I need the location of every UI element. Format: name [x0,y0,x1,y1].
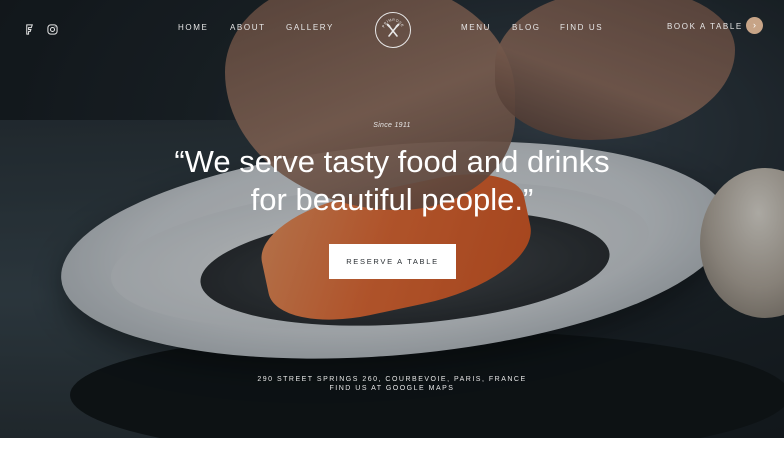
nav-gallery[interactable]: GALLERY [286,23,334,32]
nav-about[interactable]: ABOUT [230,23,266,32]
headline-line-1: “We serve tasty food and drinks [174,144,610,179]
nav-menu[interactable]: MENU [461,23,491,32]
brand-logo[interactable]: PRIMROSE [375,12,411,48]
since-tagline: Since 1911 [373,122,411,129]
foursquare-icon[interactable] [24,22,35,35]
instagram-icon[interactable] [47,22,58,35]
google-maps-link[interactable]: FIND US AT GOOGLE MAPS [0,385,784,392]
address-text: 290 STREET SPRINGS 260, COURBEVOIE, PARI… [257,376,527,383]
nav-blog[interactable]: BLOG [512,23,541,32]
reserve-table-button[interactable]: RESERVE A TABLE [329,244,456,279]
hero-section: HOME ABOUT GALLERY MENU BLOG FIND US PRI… [0,0,784,438]
nav-home[interactable]: HOME [178,23,208,32]
overlay-shade [0,0,784,438]
nav-find-us[interactable]: FIND US [560,23,603,32]
fork-knife-icon: PRIMROSE [381,18,404,37]
svg-text:PRIMROSE: PRIMROSE [381,18,404,28]
hero-headline: “We serve tasty food and drinks for beau… [0,143,784,219]
social-links [24,22,58,35]
book-table-button[interactable]: › [746,17,763,34]
headline-line-2: for beautiful people.” [250,182,534,217]
book-table-link[interactable]: BOOK A TABLE [667,22,743,31]
